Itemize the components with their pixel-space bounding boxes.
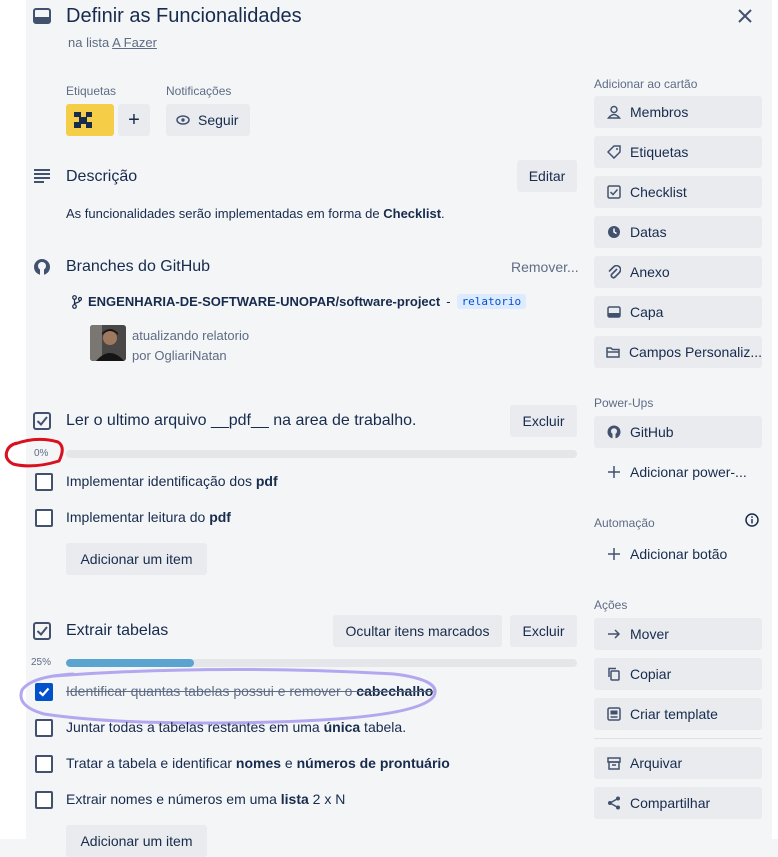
cover-button[interactable]: Capa (594, 296, 762, 328)
checklist-title[interactable]: Extrair tabelas (66, 622, 168, 640)
copy-button[interactable]: Copiar (594, 658, 762, 690)
checklist-icon (33, 412, 51, 430)
copy-icon (604, 667, 624, 681)
paperclip-icon (604, 265, 624, 279)
remove-github-link[interactable]: Remover... (511, 259, 579, 275)
checklist-item-text[interactable]: Juntar todas a tabelas restantes em uma … (66, 719, 406, 735)
custom-fields-icon (604, 345, 623, 359)
share-icon (604, 796, 624, 810)
clock-icon (604, 225, 624, 239)
hide-checked-button[interactable]: Ocultar itens marcados (333, 615, 502, 647)
labels-button[interactable]: Etiquetas (594, 136, 762, 168)
share-button[interactable]: Compartilhar (594, 787, 762, 819)
arrow-right-icon (604, 627, 624, 641)
github-powerup-button[interactable]: GitHub (594, 416, 762, 448)
actions-heading: Ações (594, 598, 628, 612)
checklist-item-text[interactable]: Implementar leitura do pdf (66, 509, 231, 525)
repo-separator: - (446, 294, 451, 309)
checklist-item-text[interactable]: Tratar a tabela e identificar nomes e nú… (66, 755, 450, 771)
add-item-button[interactable]: Adicionar um item (66, 543, 207, 575)
labels-heading: Etiquetas (66, 84, 117, 98)
branch-icon (72, 294, 82, 309)
repo-link[interactable]: ENGENHARIA-DE-SOFTWARE-UNOPAR/software-p… (88, 294, 440, 309)
eye-icon (176, 113, 190, 127)
checklist-item-text[interactable]: Implementar identificação dos pdf (66, 473, 278, 489)
move-button[interactable]: Mover (594, 618, 762, 650)
add-powerup-button[interactable]: Adicionar power-... (594, 456, 762, 488)
red-annotation-circle (4, 437, 64, 468)
list-link[interactable]: A Fazer (112, 35, 157, 50)
description-icon (33, 168, 51, 184)
checklist-item-checkbox[interactable] (35, 473, 53, 491)
commit-author: por OgliariNatan (132, 348, 227, 363)
avatar[interactable] (90, 325, 126, 361)
close-icon[interactable] (736, 7, 754, 25)
checklist-progress-bar (66, 450, 577, 458)
checklist-item-checkbox[interactable] (35, 755, 53, 773)
dates-button[interactable]: Datas (594, 216, 762, 248)
checklist-button[interactable]: Checklist (594, 176, 762, 208)
archive-button[interactable]: Arquivar (594, 747, 762, 779)
github-icon (33, 258, 51, 276)
add-item-button[interactable]: Adicionar um item (66, 825, 207, 857)
follow-label: Seguir (198, 112, 239, 128)
card-icon (33, 7, 51, 25)
checklist-item-text[interactable]: Extrair nomes e números em uma lista 2 x… (66, 791, 345, 807)
custom-fields-button[interactable]: Campos Personaliz... (594, 336, 762, 368)
add-to-card-heading: Adicionar ao cartão (594, 77, 698, 91)
label-chip[interactable] (66, 104, 114, 136)
commit-message[interactable]: atualizando relatorio (132, 328, 249, 343)
checklist-icon (604, 185, 624, 199)
checklist-item-checkbox[interactable] (35, 791, 53, 809)
checklist-item-checkbox[interactable] (35, 509, 53, 527)
add-button-button[interactable]: Adicionar botão (594, 538, 762, 570)
add-label-button[interactable]: + (118, 104, 150, 136)
plus-icon (604, 547, 624, 561)
plus-icon (604, 465, 624, 479)
cover-icon (604, 305, 624, 319)
notifications-heading: Notificações (166, 84, 232, 98)
branch-badge[interactable]: relatorio (456, 294, 527, 309)
plus-icon: + (128, 108, 140, 131)
right-margin (772, 0, 778, 839)
members-button[interactable]: Membros (594, 96, 762, 128)
label-logo-icon (74, 112, 92, 128)
edit-description-button[interactable]: Editar (517, 160, 577, 192)
powerups-heading: Power-Ups (594, 396, 654, 410)
checklist-icon (33, 622, 51, 640)
info-icon[interactable] (745, 513, 759, 527)
description-text[interactable]: As funcionalidades serão implementadas e… (66, 206, 445, 221)
template-icon (604, 707, 624, 721)
actions-divider (594, 738, 762, 739)
archive-icon (604, 756, 624, 770)
list-info: na lista A Fazer (68, 35, 157, 50)
github-heading: Branches do GitHub (66, 258, 211, 275)
github-icon (604, 425, 624, 439)
automation-heading: Automação (594, 516, 655, 530)
attachment-button[interactable]: Anexo (594, 256, 762, 288)
description-heading: Descrição (66, 168, 138, 185)
github-branch-row: ENGENHARIA-DE-SOFTWARE-UNOPAR/software-p… (72, 294, 527, 309)
delete-checklist-button[interactable]: Excluir (510, 615, 577, 647)
person-icon (604, 105, 624, 119)
card-title[interactable]: Definir as Funcionalidades (66, 5, 302, 28)
delete-checklist-button[interactable]: Excluir (510, 405, 577, 437)
list-prefix: na lista (68, 35, 110, 50)
checklist-item-checkbox[interactable] (35, 719, 53, 737)
tag-icon (604, 145, 624, 159)
edit-label: Editar (528, 168, 566, 184)
create-template-button[interactable]: Criar template (594, 698, 762, 730)
checklist-title[interactable]: Ler o ultimo arquivo __pdf__ na area de … (66, 412, 416, 430)
follow-button[interactable]: Seguir (166, 104, 250, 136)
